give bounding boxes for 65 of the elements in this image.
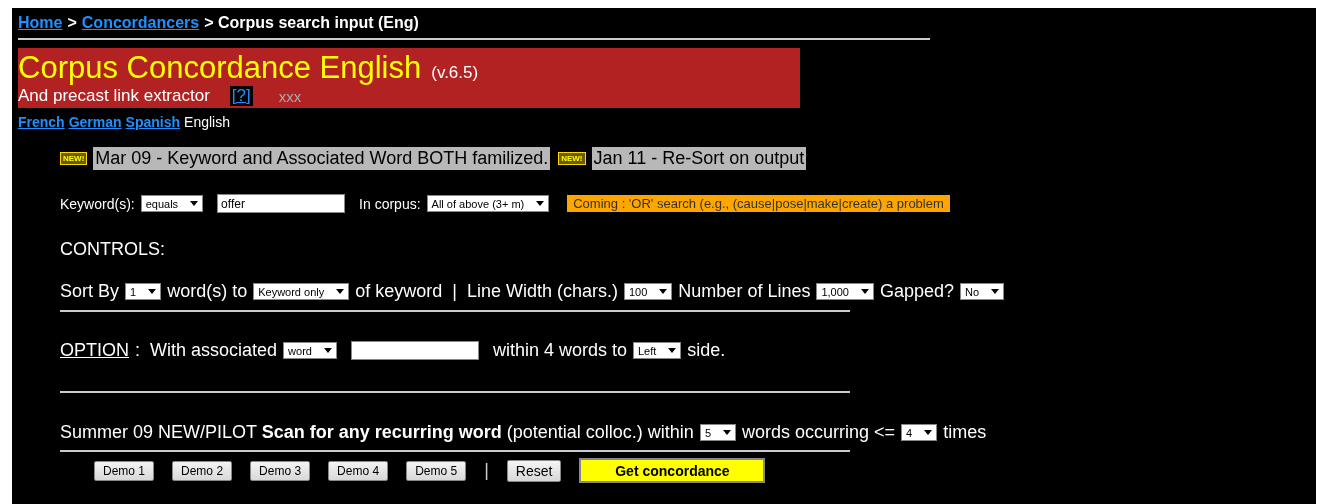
dropdown[interactable]: 5	[699, 424, 736, 441]
dropdown[interactable]: Keyword only	[253, 283, 350, 300]
dropdown[interactable]: All of above (3+ m)	[426, 195, 550, 212]
label-text: of keyword | Line Width (chars.)	[355, 281, 618, 302]
caret-icon	[860, 289, 869, 294]
caret-icon	[723, 430, 731, 435]
version-text: (v.6.5)	[431, 63, 479, 83]
label-text: Sort By	[60, 281, 120, 302]
dropdown[interactable]: 1,000	[816, 283, 874, 300]
caret-icon	[991, 289, 1000, 294]
caret-icon	[659, 289, 668, 294]
label-text: Keyword(s):	[60, 195, 135, 212]
language-link[interactable]: German	[68, 114, 122, 130]
news-text: Mar 09 - Keyword and Associated Word BOTH familized.	[93, 147, 551, 170]
label-text: Gapped?	[879, 281, 955, 302]
dropdown[interactable]: 4	[901, 424, 938, 441]
notice-text: Coming : 'OR' search (e.g., (cause|pose|make|create) a problem	[567, 195, 950, 212]
dropdown[interactable]: word	[283, 342, 337, 359]
reset-button[interactable]: Reset	[506, 459, 562, 482]
language-link[interactable]: Spanish	[125, 114, 181, 130]
dropdown[interactable]: No	[960, 283, 1005, 300]
label-text: side.	[687, 340, 726, 361]
caret-icon	[536, 201, 545, 206]
option-label: OPTION	[60, 340, 129, 361]
note-text: xxx	[278, 87, 302, 105]
label-text: within 4 words to	[492, 340, 627, 361]
breadcrumb-text: > Corpus search input (Eng)	[204, 14, 419, 32]
submit-button[interactable]: Get concordance	[579, 458, 766, 483]
dropdown[interactable]: Left	[633, 342, 682, 359]
language-link[interactable]: French	[18, 114, 65, 130]
help-link[interactable]: [?]	[229, 86, 253, 106]
caret-icon	[190, 201, 199, 206]
demo-button[interactable]: Demo 5	[406, 460, 467, 481]
dropdown[interactable]: 1	[125, 283, 162, 300]
dropdown[interactable]: 100	[624, 283, 673, 300]
label-text: Summer 09 NEW/PILOT Scan for any recurring word (potential colloc.) within	[60, 422, 694, 443]
label-text: In corpus:	[359, 195, 421, 212]
input-field[interactable]	[350, 341, 479, 360]
caret-icon	[924, 430, 933, 435]
label-text: times	[943, 422, 987, 443]
new-badge: NEW!	[558, 152, 586, 165]
breadcrumb-link[interactable]: Home	[18, 14, 63, 32]
label-text: words occurring <=	[742, 422, 896, 443]
demo-button[interactable]: Demo 3	[250, 460, 311, 481]
language-link[interactable]: English	[184, 114, 230, 130]
new-badge: NEW!	[60, 152, 88, 165]
caret-icon	[148, 289, 157, 294]
page-title: Corpus Concordance English	[18, 50, 422, 86]
demo-button[interactable]: Demo 4	[328, 460, 389, 481]
label-text: : With associated	[135, 340, 278, 361]
label-text: Number of Lines	[678, 281, 811, 302]
controls-heading: CONTROLS:	[60, 239, 166, 260]
demo-button[interactable]: Demo 1	[94, 460, 155, 481]
caret-icon	[336, 289, 345, 294]
caret-icon	[323, 348, 332, 353]
caret-icon	[668, 348, 677, 353]
input-field[interactable]: offer	[217, 194, 346, 213]
breadcrumb-link[interactable]: Concordancers	[81, 14, 200, 32]
breadcrumb-text: >	[67, 14, 77, 32]
dropdown[interactable]: equals	[140, 195, 204, 212]
subtitle-text: And precast link extractor	[18, 86, 210, 106]
label-text: word(s) to	[167, 281, 248, 302]
demo-button[interactable]: Demo 2	[172, 460, 233, 481]
separator-text: |	[484, 460, 489, 481]
news-text: Jan 11 - Re-Sort on output	[591, 147, 807, 170]
